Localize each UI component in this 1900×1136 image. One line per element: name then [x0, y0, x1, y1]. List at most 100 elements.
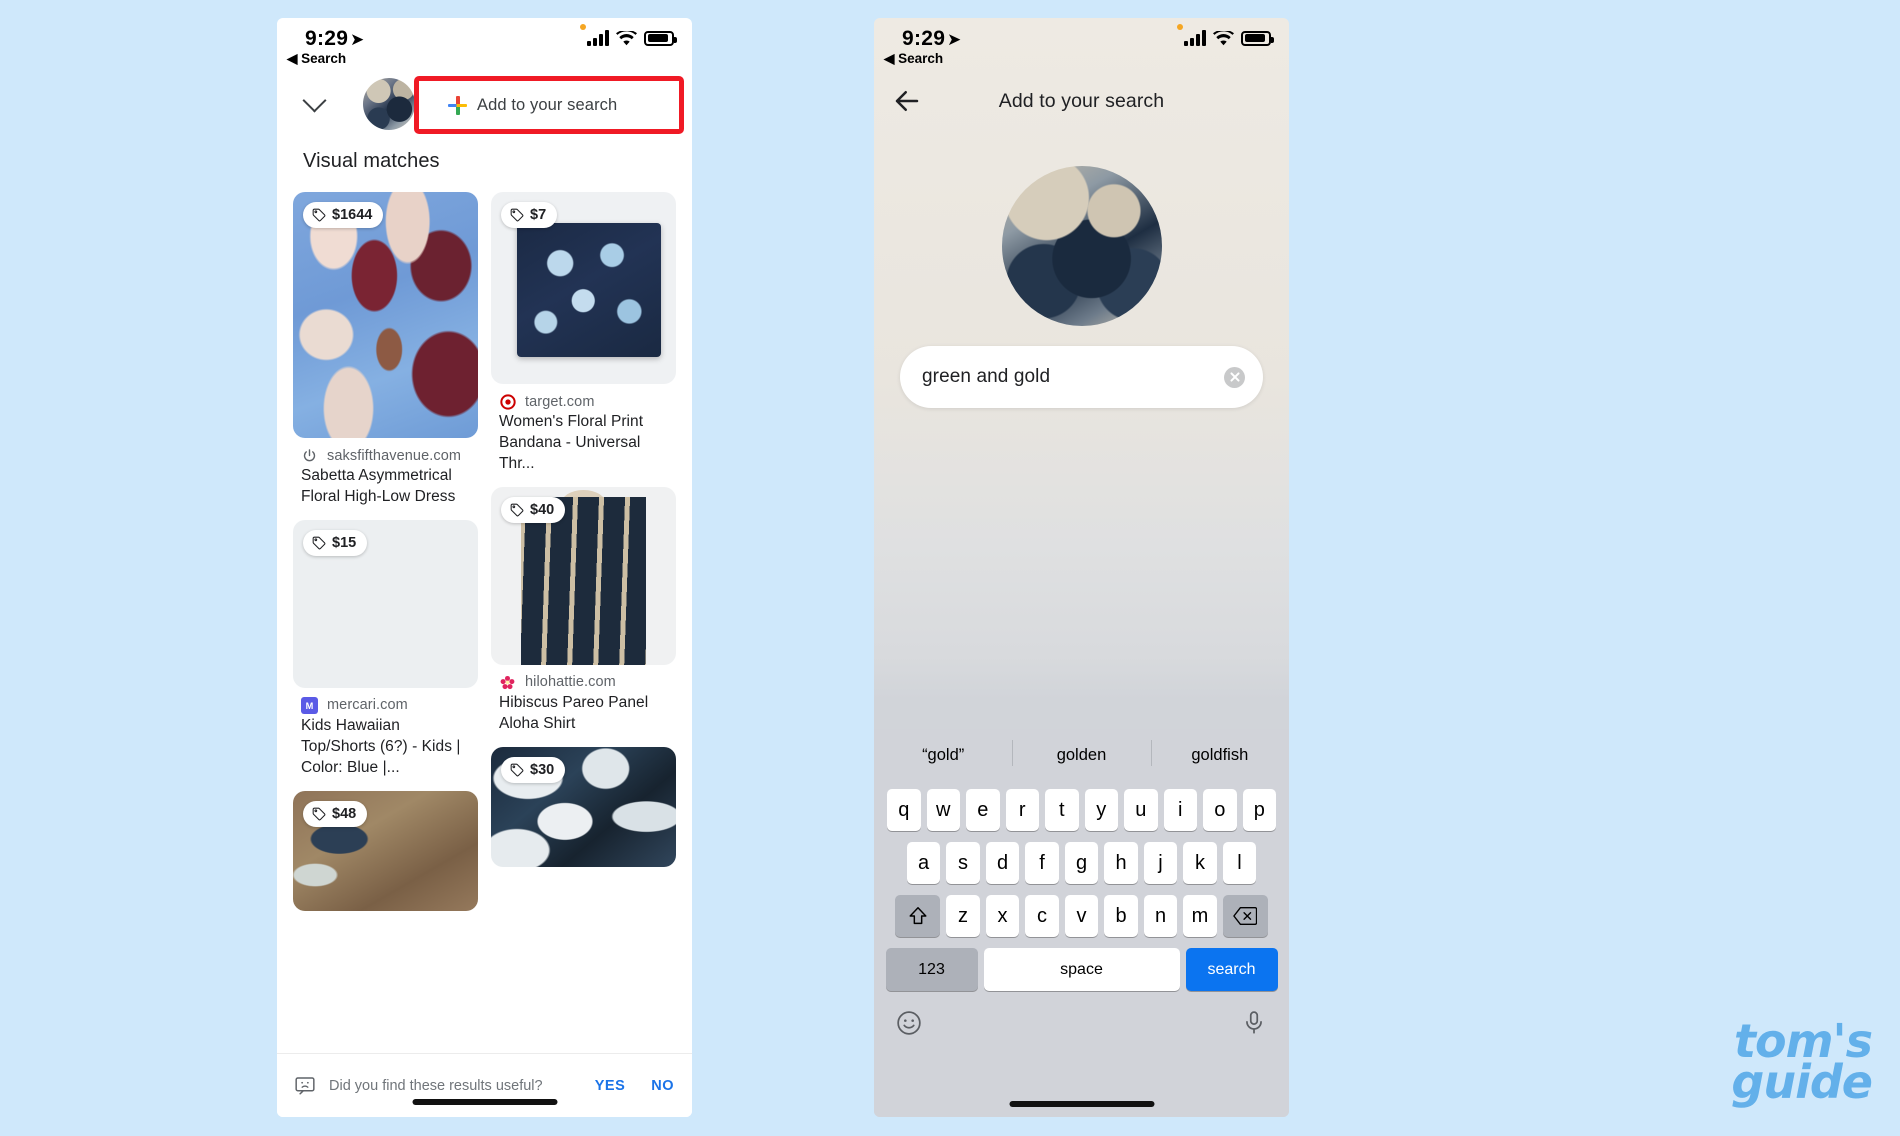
shift-up-arrow-icon[interactable] [895, 895, 941, 937]
key-b[interactable]: b [1104, 895, 1138, 937]
key-i[interactable]: i [1163, 789, 1197, 831]
feedback-bar: Did you find these results useful? YES N… [277, 1053, 692, 1117]
result-image[interactable]: $1644 [293, 192, 478, 438]
key-c[interactable]: c [1025, 895, 1059, 937]
key-h[interactable]: h [1104, 842, 1138, 884]
price-badge: $30 [501, 756, 566, 783]
status-bar-left: 9:29 ➤ ◀ Search [277, 18, 692, 70]
price-value: $1644 [332, 207, 373, 223]
price-tag-icon [510, 208, 524, 222]
key-t[interactable]: t [1045, 789, 1079, 831]
result-card[interactable]: $7 target.com Women's Floral Print Banda… [491, 192, 676, 475]
suggestion-chip[interactable]: “gold” [874, 746, 1012, 765]
toms-guide-watermark: tom's guide [1731, 1018, 1873, 1109]
key-j[interactable]: j [1143, 842, 1178, 884]
price-tag-icon [312, 536, 326, 550]
key-m[interactable]: m [1183, 895, 1217, 937]
result-image[interactable]: $48 [293, 790, 478, 911]
numbers-key[interactable]: 123 [885, 948, 978, 991]
price-value: $40 [530, 501, 555, 518]
key-s[interactable]: s [946, 842, 980, 884]
result-card[interactable]: $40 hilohattie.com Hibiscus Pareo Panel … [491, 486, 676, 735]
add-to-your-search-button[interactable]: Add to your search [424, 86, 676, 124]
mercari-m-icon: M [301, 696, 318, 714]
query-image-thumbnail[interactable] [363, 78, 415, 130]
key-v[interactable]: v [1064, 895, 1099, 937]
status-back-to-search[interactable]: ◀ Search [884, 51, 943, 67]
space-key[interactable]: space [983, 948, 1180, 991]
wifi-icon [1213, 30, 1234, 46]
status-indicators [587, 30, 677, 46]
key-p[interactable]: p [1242, 789, 1276, 831]
result-source: hilohattie.com [499, 674, 676, 691]
result-source: target.com [499, 393, 676, 410]
price-value: $48 [332, 805, 357, 822]
keyboard-row-1: q w e r t y u i o p [877, 789, 1286, 831]
key-n[interactable]: n [1143, 895, 1178, 937]
microphone-icon[interactable] [1241, 1010, 1267, 1036]
key-x[interactable]: x [985, 895, 1020, 937]
emoji-smiley-icon[interactable] [896, 1010, 922, 1036]
key-r[interactable]: r [1005, 789, 1039, 831]
result-image[interactable]: $15 [293, 519, 478, 688]
key-a[interactable]: a [906, 842, 941, 884]
result-image[interactable]: $40 [491, 486, 676, 665]
key-g[interactable]: g [1064, 842, 1099, 884]
query-image-thumbnail[interactable] [1001, 166, 1162, 326]
key-k[interactable]: k [1183, 842, 1217, 884]
result-title: Hibiscus Pareo Panel Aloha Shirt [499, 693, 649, 732]
key-q[interactable]: q [887, 789, 921, 831]
result-image[interactable]: $7 [491, 192, 676, 384]
result-image[interactable]: $30 [491, 746, 676, 867]
ios-keyboard[interactable]: “gold” golden goldfish q w e r t y u i o… [874, 729, 1289, 1117]
add-to-search-header: Add to your search [874, 70, 1289, 142]
key-l[interactable]: l [1222, 842, 1257, 884]
orange-privacy-dot-icon [580, 24, 586, 30]
suggestion-chip[interactable]: goldfish [1150, 739, 1289, 766]
key-f[interactable]: f [1025, 842, 1059, 884]
key-y[interactable]: y [1084, 789, 1118, 831]
battery-icon [644, 30, 677, 46]
price-value: $15 [332, 534, 357, 551]
status-back-to-search[interactable]: ◀ Search [287, 51, 346, 67]
search-input[interactable]: green and gold [900, 346, 1263, 408]
feedback-yes-button[interactable]: YES [595, 1078, 626, 1094]
keyboard-bottom-bar [874, 1002, 1289, 1036]
search-key[interactable]: search [1185, 948, 1278, 991]
cellular-signal-icon [1184, 30, 1206, 46]
key-d[interactable]: d [985, 842, 1020, 884]
results-column-right: $7 target.com Women's Floral Print Banda… [491, 192, 676, 923]
key-o[interactable]: o [1203, 789, 1237, 831]
result-card[interactable]: $1644 saksfifthavenue.com Sabetta Asymme… [293, 192, 478, 508]
key-e[interactable]: e [966, 789, 1000, 831]
suggestion-chip[interactable]: golden [1012, 739, 1150, 766]
result-title: Women's Floral Print Bandana - Universal… [499, 413, 644, 472]
backspace-delete-icon[interactable] [1222, 895, 1268, 937]
key-w[interactable]: w [926, 789, 960, 831]
result-title: Kids Hawaiian Top/Shorts (6?) - Kids | C… [301, 716, 461, 776]
result-card[interactable]: $30 [491, 746, 676, 867]
home-indicator[interactable] [1009, 1101, 1154, 1107]
home-indicator[interactable] [412, 1099, 557, 1105]
status-bar-right: 9:29 ➤ ◀ Search [874, 18, 1289, 70]
bandana-texture [516, 222, 662, 358]
phone-right-add-to-search: 9:29 ➤ ◀ Search Add to your search green… [874, 18, 1289, 1117]
visual-matches-results[interactable]: $1644 saksfifthavenue.com Sabetta Asymme… [277, 170, 692, 1053]
result-title: Sabetta Asymmetrical Floral High-Low Dre… [301, 467, 456, 505]
keyboard-suggestion-bar: “gold” golden goldfish [874, 729, 1289, 781]
keyboard-row-3: z x c v b n m [877, 895, 1286, 937]
key-u[interactable]: u [1124, 789, 1158, 831]
price-tag-icon [510, 763, 524, 776]
result-source: M mercari.com [301, 696, 478, 714]
visual-matches-heading: Visual matches [303, 150, 440, 172]
chevron-down-icon[interactable] [303, 86, 329, 112]
result-card[interactable]: $15 M mercari.com Kids Hawaiian Top/Shor… [293, 519, 478, 779]
feedback-no-button[interactable]: NO [651, 1078, 674, 1094]
result-domain: target.com [525, 393, 595, 410]
watermark-line-2: guide [1731, 1054, 1873, 1109]
key-z[interactable]: z [946, 895, 980, 937]
result-card[interactable]: $48 [293, 790, 478, 911]
price-value: $30 [530, 761, 555, 778]
hibiscus-flower-icon [499, 674, 516, 691]
clear-circle-x-icon[interactable] [1224, 366, 1245, 388]
